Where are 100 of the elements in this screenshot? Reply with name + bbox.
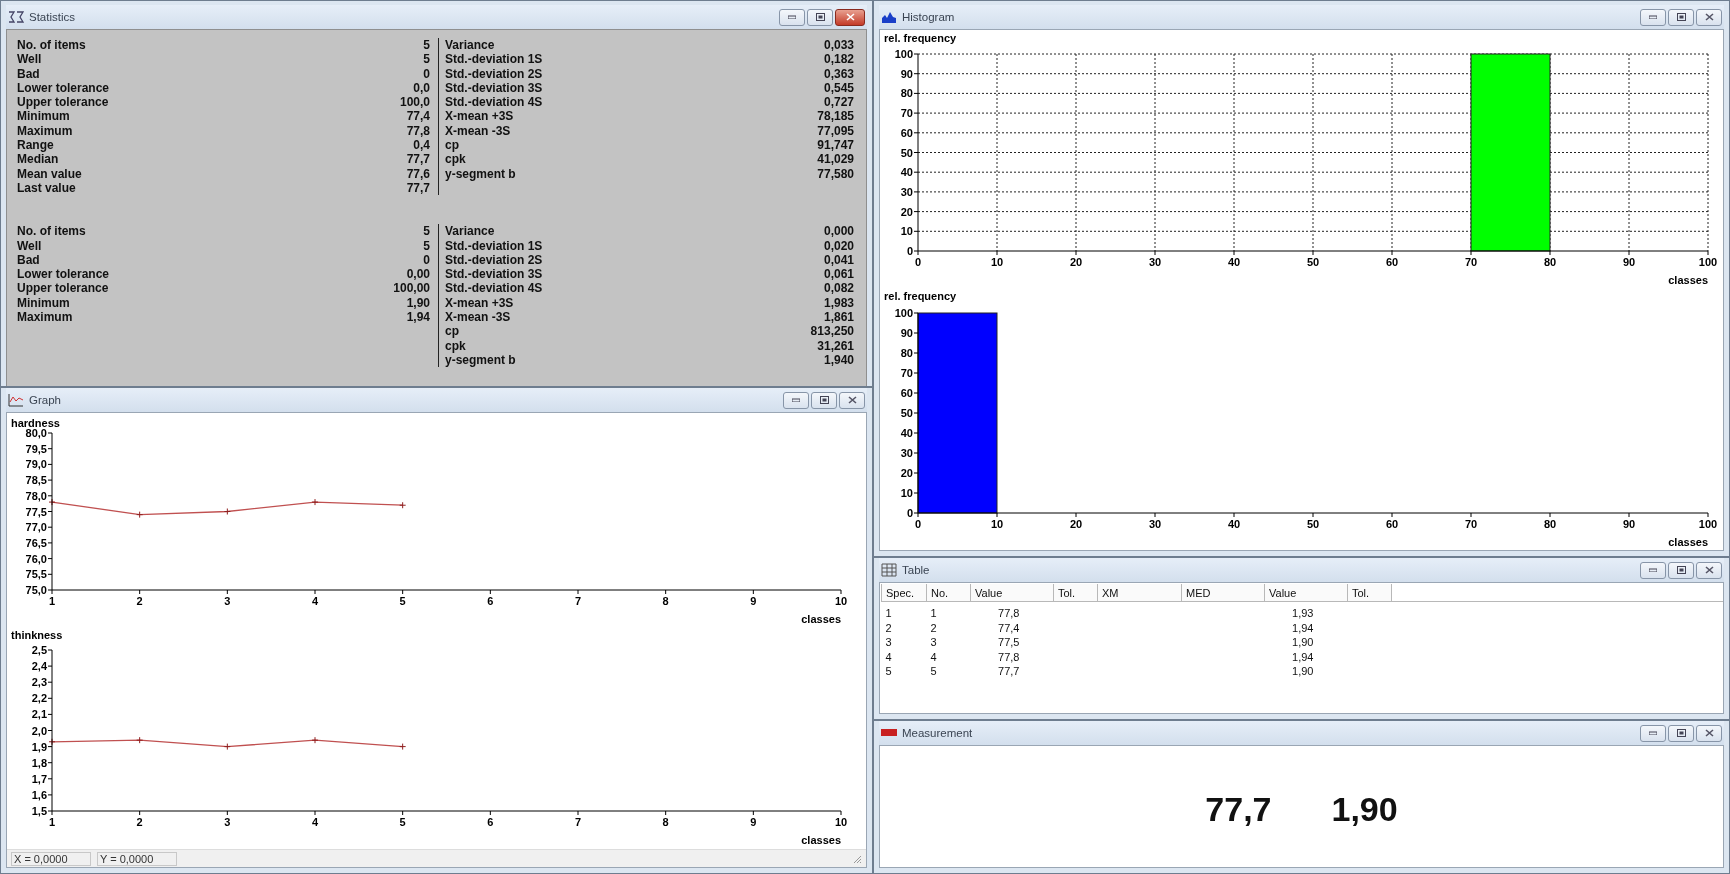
table-cell: 1,93 bbox=[1264, 601, 1348, 621]
table-cell-text: 77,5 bbox=[997, 635, 1021, 650]
stat-value: 1,90 bbox=[406, 295, 430, 311]
tick-label: 0 bbox=[914, 256, 922, 268]
stat-label: Well bbox=[17, 238, 42, 253]
stat-value: 77,6 bbox=[406, 166, 430, 181]
tick-label: 2,1 bbox=[31, 708, 47, 721]
column-header[interactable]: MED bbox=[1181, 584, 1265, 602]
close-button[interactable] bbox=[1696, 8, 1722, 26]
window-title: Statistics bbox=[29, 11, 75, 23]
tick-label: 1,9 bbox=[31, 740, 47, 753]
column-header[interactable]: Value bbox=[970, 584, 1054, 602]
tick-label: 78,5 bbox=[25, 474, 47, 487]
tick-label: 10 bbox=[900, 225, 913, 238]
tick-label: 10 bbox=[834, 595, 848, 607]
column-header[interactable]: Tol. bbox=[1347, 584, 1392, 602]
point-marker bbox=[311, 498, 319, 506]
close-icon bbox=[1704, 13, 1714, 21]
stat-label: X-mean +3S bbox=[445, 109, 514, 124]
table-cell-text: 77,8 bbox=[997, 649, 1021, 664]
maximize-icon bbox=[819, 396, 829, 404]
window-title: Table bbox=[902, 564, 930, 576]
tick-label: 9 bbox=[750, 816, 757, 828]
column-header[interactable]: Value bbox=[1264, 584, 1348, 602]
tick-label: 4 bbox=[311, 595, 319, 607]
tick-label: 70 bbox=[1464, 256, 1478, 268]
tick-label: 70 bbox=[900, 367, 913, 379]
maximize-button[interactable] bbox=[1668, 8, 1694, 26]
stat-label: Maximum bbox=[17, 310, 73, 325]
stat-value: 0,182 bbox=[823, 52, 854, 67]
stat-label: Std.-deviation 4S bbox=[445, 281, 543, 296]
maximize-button[interactable] bbox=[1668, 561, 1694, 579]
column-header[interactable]: XM bbox=[1097, 584, 1182, 602]
stat-label: No. of items bbox=[17, 224, 86, 239]
stat-value: 0 bbox=[423, 252, 430, 268]
close-icon bbox=[1704, 566, 1714, 574]
tick-label: 100 bbox=[1698, 518, 1718, 530]
tick-label: 40 bbox=[1227, 256, 1241, 268]
stat-value: 5 bbox=[423, 52, 430, 67]
stat-value: 0,00 bbox=[406, 267, 430, 282]
axis-title: rel. frequency bbox=[884, 32, 957, 44]
tick-label: 30 bbox=[900, 185, 913, 198]
column-header[interactable]: Spec. bbox=[881, 584, 927, 602]
stat-value: 41,029 bbox=[817, 152, 854, 167]
tick-label: 8 bbox=[662, 816, 669, 828]
stat-value: 5 bbox=[423, 38, 430, 53]
stat-value: 0,082 bbox=[823, 281, 854, 296]
tick-label: 50 bbox=[1306, 256, 1320, 268]
tick-label: 30 bbox=[1148, 518, 1162, 530]
stat-value: 77,8 bbox=[406, 123, 430, 139]
stat-value: 5 bbox=[423, 238, 430, 253]
tick-label: 7 bbox=[574, 595, 582, 607]
resize-grip-icon[interactable] bbox=[852, 853, 862, 864]
maximize-button[interactable] bbox=[807, 8, 833, 26]
tick-label: 5 bbox=[399, 595, 406, 607]
stat-label: cp bbox=[445, 138, 459, 153]
stat-label: cpk bbox=[445, 152, 466, 167]
stat-value: 77,7 bbox=[406, 180, 430, 196]
tick-label: 6 bbox=[487, 816, 494, 828]
close-button[interactable] bbox=[1696, 724, 1722, 742]
window-title: Measurement bbox=[902, 727, 973, 739]
stat-value: 0,000 bbox=[823, 224, 854, 239]
stat-value: 0 bbox=[423, 66, 430, 81]
status-field: X = 0,0000 bbox=[11, 851, 91, 866]
stat-value: 77,095 bbox=[817, 123, 854, 139]
tick-label: 70 bbox=[1464, 518, 1478, 530]
table-cell-text: 5 bbox=[929, 664, 938, 679]
table-cell-text: 77,4 bbox=[997, 620, 1021, 635]
stat-value: 0,020 bbox=[823, 238, 854, 253]
stat-value: 0,033 bbox=[823, 38, 854, 53]
tick-label: 78,0 bbox=[25, 489, 47, 502]
point-marker bbox=[223, 508, 231, 515]
stat-label: Std.-deviation 1S bbox=[445, 52, 543, 67]
tick-label: 20 bbox=[900, 467, 913, 479]
stat-value: 813,250 bbox=[810, 324, 854, 339]
axis-title: rel. frequency bbox=[884, 290, 957, 302]
stat-label: Mean value bbox=[17, 166, 82, 181]
maximize-icon bbox=[815, 13, 825, 21]
close-button[interactable] bbox=[1696, 561, 1722, 579]
tick-label: 77,0 bbox=[25, 521, 47, 534]
table-cell: 1 bbox=[926, 601, 971, 621]
column-header[interactable]: No. bbox=[926, 584, 971, 602]
tick-label: 10 bbox=[834, 816, 848, 828]
maximize-button[interactable] bbox=[811, 391, 837, 409]
tick-label: 77,5 bbox=[25, 505, 47, 518]
stat-label: Variance bbox=[445, 38, 495, 53]
stat-label: Well bbox=[17, 52, 42, 67]
stat-label: Last value bbox=[17, 180, 76, 196]
tick-label: 2 bbox=[136, 595, 143, 607]
column-header[interactable]: Tol. bbox=[1053, 584, 1098, 602]
tick-label: 100 bbox=[894, 48, 913, 60]
stat-value: 77,7 bbox=[406, 152, 430, 167]
close-button[interactable] bbox=[835, 8, 865, 26]
axis-title: classes bbox=[1668, 536, 1708, 548]
maximize-button[interactable] bbox=[1668, 724, 1694, 742]
stat-label: y-segment b bbox=[445, 166, 516, 181]
stat-label: Std.-deviation 3S bbox=[445, 80, 543, 96]
stat-label: y-segment b bbox=[445, 352, 516, 368]
axis-title: classes bbox=[1668, 274, 1708, 286]
close-button[interactable] bbox=[839, 391, 865, 409]
